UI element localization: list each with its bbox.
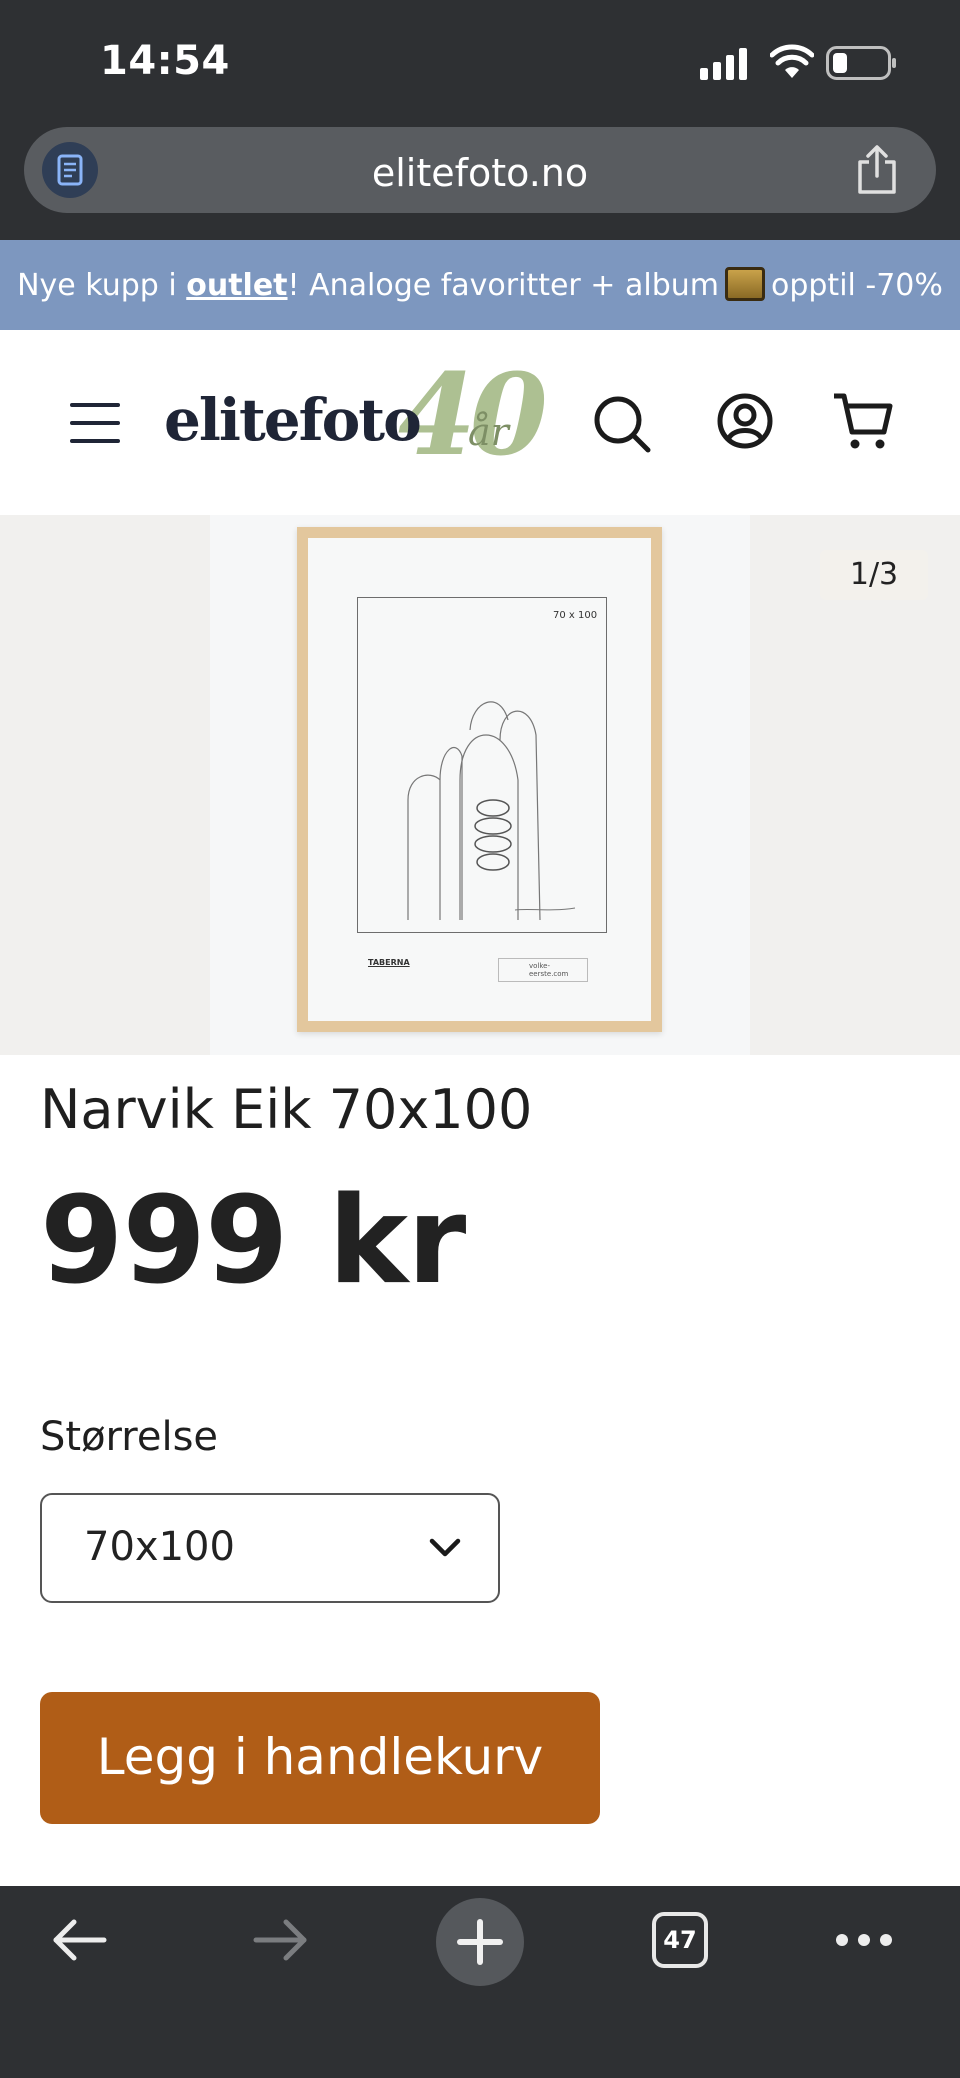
gallery-pager: 1/3: [820, 550, 928, 600]
reader-icon: [57, 154, 83, 186]
film-icon: [724, 267, 765, 301]
status-time: 14:54: [100, 38, 230, 84]
promo-prefix: Nye kupp i: [17, 268, 187, 303]
logo-anniversary-suffix: år: [468, 410, 509, 454]
site-logo[interactable]: elitefoto: [164, 386, 422, 454]
add-to-cart-label[interactable]: Legg i handlekurv: [40, 1728, 600, 1786]
menu-icon[interactable]: [70, 403, 120, 457]
new-tab-icon: [457, 1919, 503, 1965]
share-icon[interactable]: [852, 144, 902, 196]
search-icon[interactable]: [592, 394, 654, 456]
frame-size-label: 70 x 100: [553, 610, 598, 621]
chevron-down-icon[interactable]: [428, 1536, 462, 1560]
signal-icon: [700, 48, 747, 80]
outlet-link[interactable]: outlet: [186, 268, 287, 303]
url-text[interactable]: elitefoto.no: [0, 151, 960, 195]
account-icon[interactable]: [716, 392, 774, 450]
promo-suffix: ! Analoge favoritter + album: [287, 268, 719, 303]
back-icon[interactable]: [50, 1918, 110, 1962]
product-price: 999 kr: [40, 1172, 466, 1311]
artwork-drawing: [407, 701, 576, 921]
size-label: Størrelse: [40, 1414, 219, 1460]
more-icon[interactable]: [834, 1930, 894, 1950]
promo-discount: opptil -70%: [770, 268, 943, 303]
battery-icon: [826, 46, 896, 80]
wifi-icon: [770, 44, 814, 78]
promo-text: Nye kupp i outlet! Analoge favoritter + …: [0, 267, 960, 303]
cart-icon[interactable]: [832, 392, 894, 452]
frame-info: volke-eerste.com: [498, 958, 588, 982]
forward-icon[interactable]: [250, 1918, 310, 1962]
frame-brand: TABERNA: [368, 958, 410, 967]
size-select-value[interactable]: 70x100: [84, 1524, 235, 1570]
product-title: Narvik Eik 70x100: [40, 1078, 533, 1141]
tabs-icon[interactable]: 47: [652, 1912, 708, 1968]
new-tab-button[interactable]: [436, 1898, 524, 1986]
reader-button[interactable]: [42, 142, 98, 198]
